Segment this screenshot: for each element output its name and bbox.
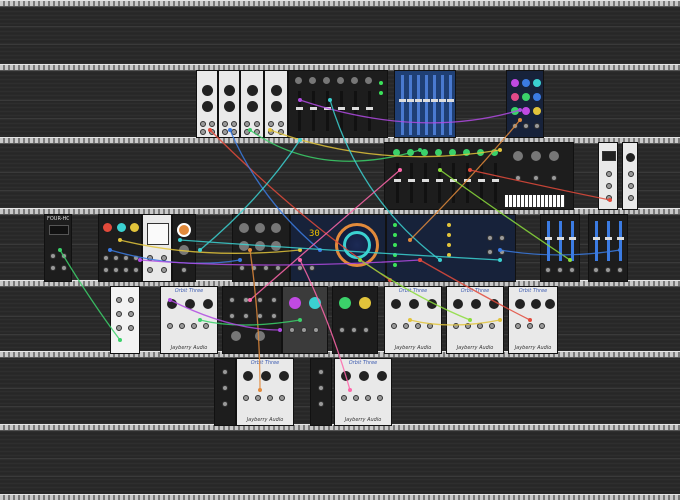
fx-module[interactable]: [172, 214, 196, 282]
rack-rail: [0, 0, 680, 7]
sequencer-module[interactable]: [222, 286, 282, 354]
utility-module[interactable]: [214, 358, 236, 426]
vco-module[interactable]: [240, 70, 264, 138]
lfo-module[interactable]: [98, 214, 142, 282]
rack-canvas[interactable]: FOUR-HOX 30: [0, 0, 680, 500]
vco-module[interactable]: [218, 70, 240, 138]
cable-plug[interactable]: [198, 248, 202, 252]
orgone-module[interactable]: Orbit Three Jayberry Audio: [446, 286, 504, 354]
mixer-module[interactable]: [288, 70, 388, 138]
filter-module[interactable]: [282, 286, 328, 354]
blue-strip-module[interactable]: [394, 70, 456, 138]
module-title: Orbit Three: [348, 360, 378, 366]
orgone-module[interactable]: Orbit Three Jayberry Audio: [236, 358, 294, 426]
orgone-module[interactable]: Orbit Three Jayberry Audio: [334, 358, 392, 426]
vca-module[interactable]: [588, 214, 628, 282]
module-title: Orbit Three: [174, 288, 204, 294]
display-value: 30: [309, 229, 320, 239]
utility-module[interactable]: [310, 358, 332, 426]
rack-rail: [0, 137, 680, 144]
vco-module[interactable]: [264, 70, 288, 138]
four-hp-module[interactable]: FOUR-HOX: [44, 214, 72, 282]
orgone-module[interactable]: Orbit Three Jayberry Audio: [384, 286, 442, 354]
sequencer-grid-module[interactable]: [506, 70, 544, 138]
vco-module[interactable]: [196, 70, 218, 138]
brand-label: Jayberry Audio: [344, 417, 382, 423]
list-module[interactable]: [386, 214, 516, 282]
module-title: Orbit Three: [398, 288, 428, 294]
module-title: Orbit Three: [518, 288, 548, 294]
clock-module[interactable]: [598, 142, 618, 210]
orgone-module[interactable]: Orbit Three Jayberry Audio: [508, 286, 558, 354]
brand-label: Jayberry Audio: [514, 345, 552, 351]
brand-label: Jayberry Audio: [170, 345, 208, 351]
brand-label: Jayberry Audio: [394, 345, 432, 351]
scope-module[interactable]: [142, 214, 172, 282]
mixer-big-module[interactable]: [384, 142, 574, 210]
orgone-module[interactable]: Orbit Three Jayberry Audio: [160, 286, 218, 354]
rack-rail: [0, 494, 680, 500]
brand-label: Jayberry Audio: [456, 345, 494, 351]
module-title: Orbit Three: [460, 288, 490, 294]
module-title: FOUR-HOX: [47, 216, 69, 222]
vca-module[interactable]: [540, 214, 580, 282]
utility-module[interactable]: [110, 286, 140, 354]
central-display-module[interactable]: 30: [290, 214, 386, 282]
clock-module[interactable]: [622, 142, 638, 210]
brand-label: Jayberry Audio: [246, 417, 284, 423]
dual-module[interactable]: [332, 286, 378, 354]
sampler-module[interactable]: [232, 214, 290, 282]
module-title: Orbit Three: [250, 360, 280, 366]
